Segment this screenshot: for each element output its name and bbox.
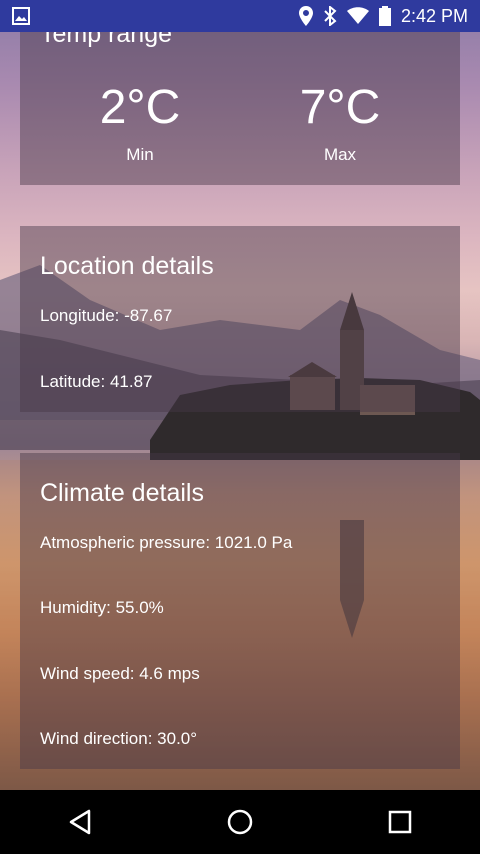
latitude-text: Latitude: 41.87: [40, 372, 153, 391]
humidity-text: Humidity: 55.0%: [40, 598, 164, 617]
navigation-bar: [0, 790, 480, 854]
location-details-title: Location details: [40, 252, 214, 280]
back-button[interactable]: [48, 790, 112, 854]
climate-details-title: Climate details: [40, 479, 204, 507]
location-details-card: Location details Longitude: -87.67 Latit…: [20, 226, 460, 412]
recents-button[interactable]: [368, 790, 432, 854]
temp-max-value: 7°C: [299, 81, 381, 134]
back-icon: [67, 809, 93, 835]
status-bar: 2:42 PM: [0, 0, 480, 32]
image-icon: [12, 7, 30, 25]
wind-speed-text: Wind speed: 4.6 mps: [40, 664, 200, 683]
longitude-text: Longitude: -87.67: [40, 306, 173, 325]
pressure-text: Atmospheric pressure: 1021.0 Pa: [40, 533, 293, 552]
recents-icon: [388, 810, 412, 834]
temp-min-value: 2°C: [99, 81, 181, 134]
location-icon: [298, 6, 313, 26]
wind-direction-text: Wind direction: 30.0°: [40, 729, 198, 748]
home-button[interactable]: [208, 790, 272, 854]
battery-icon: [378, 6, 391, 26]
temp-max-label: Max: [323, 145, 357, 164]
home-icon: [226, 808, 254, 836]
temp-min-label: Min: [126, 145, 154, 164]
bluetooth-icon: [323, 6, 337, 26]
wifi-icon: [346, 7, 369, 25]
climate-details-card: Climate details Atmospheric pressure: 10…: [20, 453, 460, 769]
status-time: 2:42 PM: [400, 5, 468, 26]
